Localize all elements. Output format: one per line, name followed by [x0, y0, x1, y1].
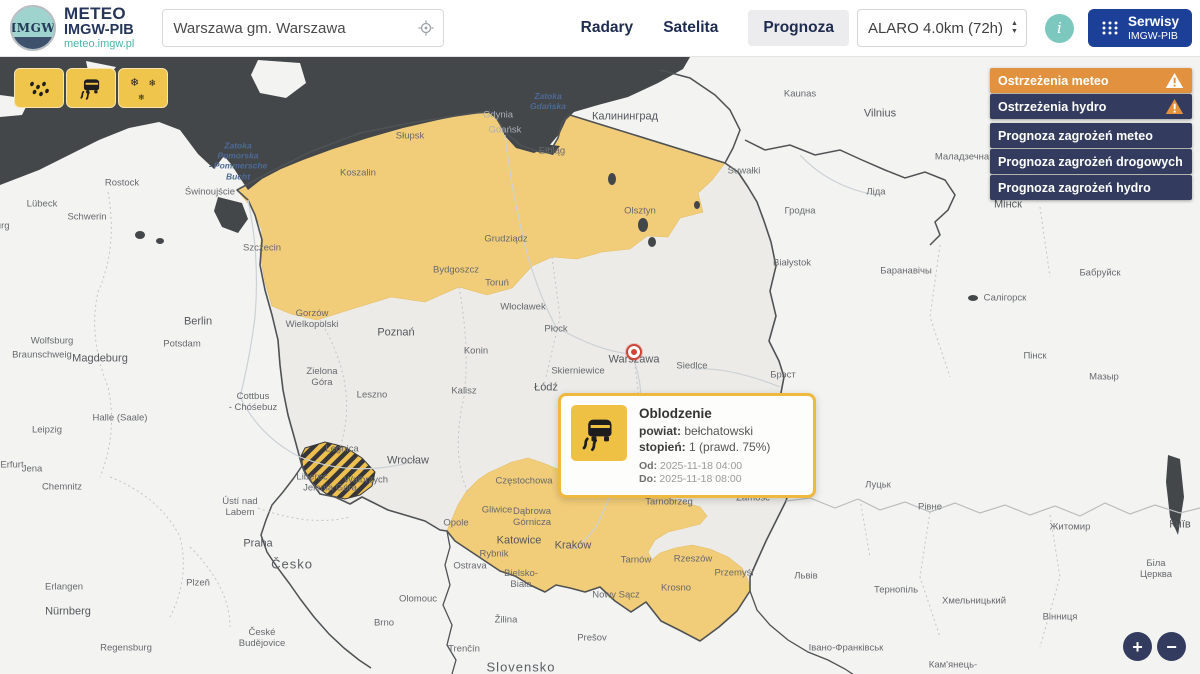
menu-item-label: Prognoza zagrożeń meteo: [998, 129, 1153, 143]
imgw-logo: IMGW: [10, 5, 56, 51]
warning-popup: Oblodzenie powiat: bełchatowski stopień:…: [558, 393, 816, 498]
menu-item-ostrzezenia-meteo[interactable]: Ostrzeżenia meteo: [990, 68, 1192, 93]
warnings-menu: Ostrzeżenia meteo Ostrzeżenia hydro Prog…: [990, 68, 1192, 201]
menu-item-label: Ostrzeżenia hydro: [998, 100, 1106, 114]
geolocate-icon[interactable]: [409, 10, 443, 46]
services-line2: IMGW-PIB: [1128, 30, 1179, 42]
warning-triangle-icon: [1165, 98, 1184, 115]
warning-period: Od: 2025-11-18 04:00 Do: 2025-11-18 08:0…: [639, 460, 803, 485]
location-search: [162, 9, 444, 47]
map-canvas[interactable]: ŚwinoujścieSzczecinKoszalinSłupskGdyniaG…: [0, 57, 1200, 674]
brand-url[interactable]: meteo.imgw.pl: [64, 39, 134, 51]
brand-text: METEO IMGW-PIB meteo.imgw.pl: [64, 5, 134, 51]
meteo-imgw-app: IMGW METEO IMGW-PIB meteo.imgw.pl Radary…: [0, 0, 1200, 674]
zoom-in-button[interactable]: +: [1123, 632, 1152, 661]
menu-item-prognoza-zagrozen-hydro[interactable]: Prognoza zagrożeń hydro: [990, 175, 1192, 200]
warning-popup-body: Oblodzenie powiat: bełchatowski stopień:…: [639, 405, 803, 486]
info-button[interactable]: i: [1045, 14, 1074, 43]
chevron-updown-icon: ▲▼: [1011, 20, 1018, 35]
menu-item-label: Ostrzeżenia meteo: [998, 74, 1108, 88]
slippery-road-warning-button[interactable]: [66, 68, 116, 108]
nav-satelita[interactable]: Satelita: [663, 19, 718, 37]
imgw-logo-text: IMGW: [11, 21, 56, 35]
menu-item-prognoza-zagrozen-drogowych[interactable]: Prognoza zagrożeń drogowych: [990, 149, 1192, 174]
warning-stopien-row: stopień: 1 (prawd. 75%): [639, 440, 803, 454]
slippery-road-icon: [571, 405, 627, 461]
slippery-road-icon: [78, 75, 104, 101]
nav-radary[interactable]: Radary: [581, 19, 634, 37]
zoom-controls: + −: [1123, 632, 1186, 661]
heavy-snow-icon: ❄❄❄: [130, 76, 156, 100]
warning-to-row: Do: 2025-11-18 08:00: [639, 473, 803, 485]
services-button[interactable]: Serwisy IMGW-PIB: [1088, 9, 1192, 47]
tab-prognoza[interactable]: Prognoza: [748, 10, 849, 46]
brand-subtitle: IMGW-PIB: [64, 23, 134, 38]
menu-item-label: Prognoza zagrożeń hydro: [998, 181, 1151, 195]
warning-powiat-row: powiat: bełchatowski: [639, 424, 803, 438]
heavy-snow-warning-button[interactable]: ❄❄❄: [118, 68, 168, 108]
services-line1: Serwisy: [1128, 14, 1179, 30]
zoom-out-button[interactable]: −: [1157, 632, 1186, 661]
menu-item-prognoza-zagrozen-meteo[interactable]: Prognoza zagrożeń meteo: [990, 123, 1192, 148]
grid-icon: [1101, 19, 1119, 37]
app-header: IMGW METEO IMGW-PIB meteo.imgw.pl Radary…: [0, 0, 1200, 57]
freezing-rain-warning-button[interactable]: [14, 68, 64, 108]
menu-item-label: Prognoza zagrożeń drogowych: [998, 155, 1183, 169]
brand[interactable]: IMGW METEO IMGW-PIB meteo.imgw.pl: [10, 5, 134, 51]
warning-triangle-icon: [1165, 72, 1184, 89]
freezing-rain-icon: [26, 76, 52, 100]
warning-from-row: Od: 2025-11-18 04:00: [639, 460, 803, 472]
model-select[interactable]: ALARO 4.0km (72h) ▲▼: [857, 9, 1027, 47]
model-select-value: ALARO 4.0km (72h): [868, 20, 1011, 37]
warning-type-buttons: ❄❄❄: [14, 68, 168, 108]
search-input[interactable]: [163, 20, 409, 37]
brand-title: METEO: [64, 5, 134, 23]
location-marker[interactable]: [626, 344, 642, 360]
warning-title: Oblodzenie: [639, 406, 803, 421]
services-button-text: Serwisy IMGW-PIB: [1128, 14, 1179, 42]
menu-item-ostrzezenia-hydro[interactable]: Ostrzeżenia hydro: [990, 94, 1192, 119]
